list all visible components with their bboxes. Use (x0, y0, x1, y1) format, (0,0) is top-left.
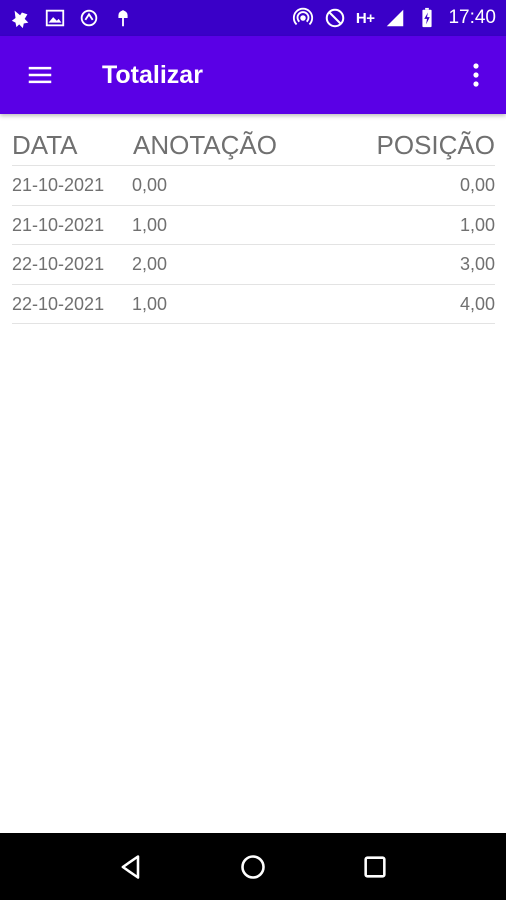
header-data: DATA (12, 130, 78, 160)
page-title: Totalizar (102, 60, 203, 89)
status-clock: 17:40 (448, 7, 496, 28)
cell-data: 22-10-2021 (12, 254, 105, 274)
menu-button[interactable] (0, 36, 80, 114)
cell-posicao: 3,00 (459, 254, 495, 274)
more-vert-icon (473, 63, 479, 87)
header-posicao: POSIÇÃO (376, 130, 495, 160)
table-header: DATA ANOTAÇÃO POSIÇÃO (12, 128, 495, 166)
table-row[interactable]: 22-10-2021 1,00 4,00 (12, 285, 495, 324)
recents-button[interactable] (355, 847, 395, 887)
cell-data: 22-10-2021 (12, 293, 105, 314)
do-not-disturb-icon (324, 7, 346, 29)
app-toolbar: Totalizar (0, 36, 506, 114)
battery-charging-icon (416, 7, 438, 29)
cell-posicao: 0,00 (459, 175, 495, 195)
header-anotacao: ANOTAÇÃO (133, 130, 277, 160)
table-row[interactable]: 21-10-2021 1,00 1,00 (12, 206, 495, 245)
table-row[interactable]: 22-10-2021 2,00 3,00 (12, 245, 495, 285)
cell-anotacao: 1,00 (132, 214, 168, 235)
app-screen: H+ 17:40 Totalizar DATA ANOTAÇÃO POSIÇÃO… (0, 0, 506, 900)
cell-posicao: 4,00 (459, 293, 495, 314)
status-left-icons (10, 7, 134, 29)
cell-anotacao: 1,00 (132, 293, 168, 314)
hotspot-icon (292, 7, 314, 29)
android-debug-icon (112, 7, 134, 29)
back-button[interactable] (111, 847, 151, 887)
signal-icon (384, 7, 406, 29)
network-type-label: H+ (355, 9, 375, 27)
overflow-menu-button[interactable] (446, 36, 506, 114)
cell-anotacao: 2,00 (132, 254, 168, 274)
cell-data: 21-10-2021 (12, 214, 105, 235)
back-icon (121, 854, 140, 879)
totals-table: DATA ANOTAÇÃO POSIÇÃO 21-10-2021 0,00 0,… (12, 128, 495, 324)
table-row[interactable]: 21-10-2021 0,00 0,00 (12, 166, 495, 206)
app-notification-icon (10, 7, 32, 29)
system-nav-bar (0, 833, 506, 900)
image-icon (44, 7, 66, 29)
recents-icon (364, 855, 386, 878)
home-button[interactable] (233, 847, 273, 887)
sync-icon (78, 7, 100, 29)
status-bar: H+ 17:40 (0, 0, 506, 36)
home-icon (241, 854, 265, 879)
cell-data: 21-10-2021 (12, 175, 105, 195)
hamburger-menu-icon (28, 66, 52, 84)
cell-anotacao: 0,00 (132, 175, 168, 195)
cell-posicao: 1,00 (459, 214, 495, 235)
status-right-icons: H+ 17:40 (292, 7, 496, 29)
